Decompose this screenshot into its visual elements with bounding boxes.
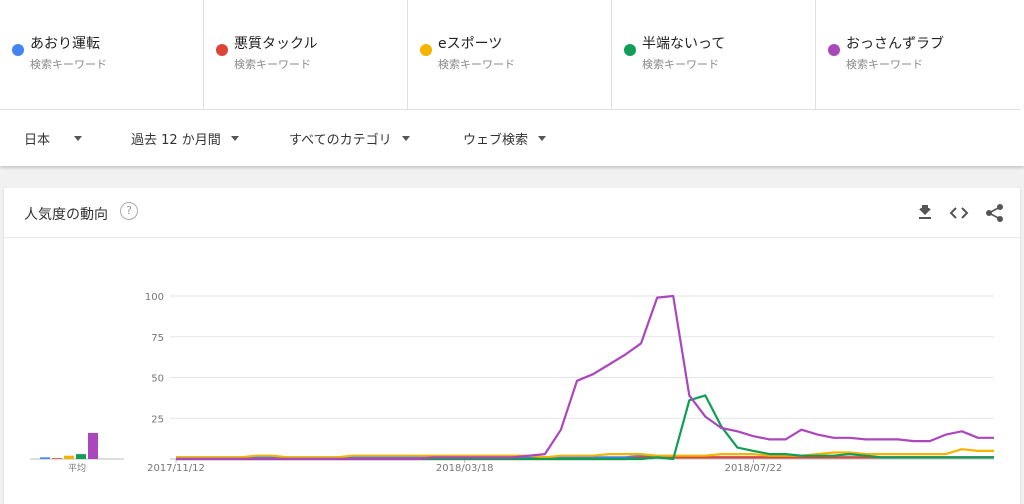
y-tick-label: 25 (151, 414, 164, 425)
chevron-down-icon (74, 136, 83, 141)
x-tick-label: 2018/03/18 (436, 463, 494, 474)
chevron-down-icon (538, 136, 547, 141)
average-bar-2 (52, 458, 62, 459)
chevron-down-icon (230, 136, 239, 141)
y-tick-label: 75 (151, 333, 164, 344)
term-type: 検索キーワード (846, 58, 923, 71)
term-type: 検索キーワード (30, 58, 107, 71)
x-tick-label: 2018/07/22 (725, 463, 783, 474)
term-card-2[interactable]: 悪質タックル 検索キーワード (204, 0, 408, 110)
average-bar-3 (64, 455, 74, 459)
filter-bar: 日本 過去 12 か月間 すべてのカテゴリ ウェブ検索 (0, 110, 1024, 166)
period-label: 過去 12 か月間 (131, 133, 221, 148)
y-tick-label: 100 (145, 292, 164, 303)
region-dropdown[interactable]: 日本 (24, 129, 83, 148)
term-name[interactable]: あおり運転 (30, 33, 100, 53)
term-card-3[interactable]: eスポーツ 検索キーワード (408, 0, 612, 110)
chevron-down-icon (401, 136, 410, 141)
y-tick-label: 50 (151, 374, 164, 385)
term-color-dot (420, 44, 432, 56)
category-label: すべてのカテゴリ (289, 133, 392, 148)
average-label: 平均 (68, 462, 86, 474)
search-type-dropdown[interactable]: ウェブ検索 (463, 129, 547, 148)
term-card-1[interactable]: あおり運転 検索キーワード (0, 0, 204, 110)
interest-line-chart: 100 75 50 25 2017/11/12 2018/03/18 2018/07/22 平… (30, 292, 994, 474)
term-name[interactable]: 悪質タックル (234, 33, 318, 53)
term-color-dot (828, 44, 840, 56)
average-bar-5 (88, 432, 98, 459)
compare-terms-bar: あおり運転 検索キーワード 悪質タックル 検索キーワード eスポーツ 検索キーワ… (0, 0, 1024, 110)
x-tick-label: 2017/11/12 (147, 463, 205, 474)
interest-over-time-card: 人気度の動向 ? 100 75 50 25 2017/11/12 2018/03/18 20… (4, 188, 1020, 504)
term-name[interactable]: 半端ないって (642, 33, 725, 53)
term-color-dot (12, 44, 24, 56)
term-name[interactable]: eスポーツ (438, 33, 502, 53)
average-bar-1 (40, 457, 50, 459)
term-type: 検索キーワード (642, 58, 719, 71)
term-type: 検索キーワード (234, 58, 311, 71)
term-color-dot (624, 44, 636, 56)
search-type-label: ウェブ検索 (463, 133, 529, 148)
term-color-dot (216, 44, 228, 56)
series-line-4 (176, 394, 994, 461)
term-name[interactable]: おっさんずラブ (846, 33, 944, 53)
term-card-5[interactable]: おっさんずラブ 検索キーワード (816, 0, 1020, 110)
region-label: 日本 (24, 133, 51, 148)
category-dropdown[interactable]: すべてのカテゴリ (289, 129, 410, 148)
average-bar-4 (76, 454, 86, 459)
term-type: 検索キーワード (438, 58, 515, 71)
term-card-4[interactable]: 半端ないって 検索キーワード (612, 0, 816, 110)
period-dropdown[interactable]: 過去 12 か月間 (131, 129, 239, 148)
